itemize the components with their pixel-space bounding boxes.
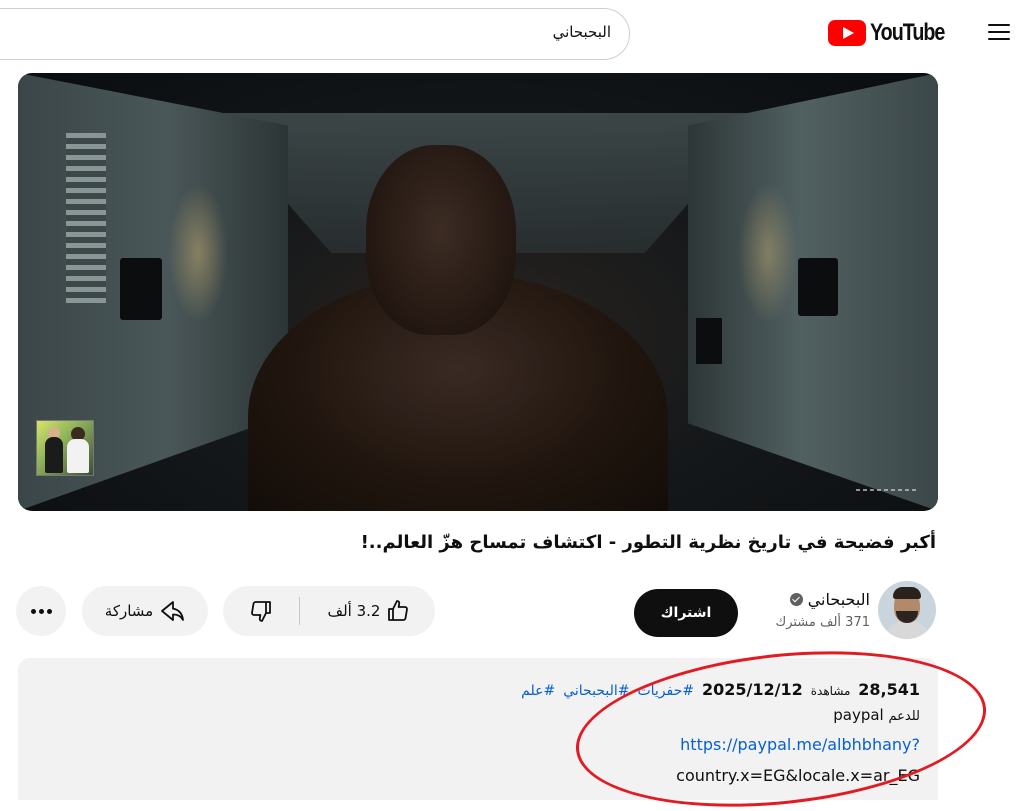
more-horizontal-icon <box>46 608 52 614</box>
verified-check-icon <box>789 593 803 606</box>
video-frame-lamp <box>738 183 798 323</box>
support-line: للدعم paypal <box>833 706 920 724</box>
hamburger-icon-bar <box>988 31 1010 33</box>
channel-watermark[interactable] <box>36 420 94 476</box>
video-progress-indicator <box>856 489 916 491</box>
like-button[interactable]: 3.2 ألف <box>303 586 435 636</box>
channel-name[interactable]: البحبحاني <box>808 590 870 609</box>
paypal-link-params: country.x=EG&locale.x=ar_EG <box>676 766 920 785</box>
share-label: مشاركة <box>104 602 154 620</box>
search-box[interactable] <box>0 8 630 60</box>
youtube-play-icon <box>828 20 866 46</box>
upload-date: 2025/12/12 <box>702 680 803 699</box>
avatar-shirt <box>884 621 930 639</box>
hamburger-icon-bar <box>988 38 1010 40</box>
paypal-link[interactable]: https://paypal.me/albhbhany? <box>680 735 920 754</box>
video-frame-figure-head <box>366 145 516 335</box>
share-button[interactable]: مشاركة <box>82 586 208 636</box>
more-horizontal-icon <box>38 608 44 614</box>
description-box[interactable]: 28,541 مشاهدة 2025/12/12 #حفريات #البحبح… <box>18 658 938 800</box>
video-title: أكبر فضيحة في تاريخ نظرية التطور - اكتشا… <box>360 532 936 553</box>
youtube-logo[interactable]: YouTube <box>828 19 961 46</box>
watermark-figure <box>45 437 63 473</box>
dislike-button[interactable] <box>223 586 299 636</box>
hashtag-link[interactable]: #البحبحاني <box>563 683 629 699</box>
description-meta-line: 28,541 مشاهدة 2025/12/12 #حفريات #البحبح… <box>521 680 920 699</box>
video-frame-lamp <box>168 183 228 323</box>
more-actions-button[interactable] <box>16 586 66 636</box>
video-frame-vent <box>66 133 106 303</box>
support-word: paypal <box>833 706 884 724</box>
subscriber-count: 371 ألف مشترك <box>775 615 871 630</box>
more-horizontal-icon <box>30 608 36 614</box>
video-frame-speaker <box>798 258 838 316</box>
channel-name-row: البحبحاني <box>789 590 870 609</box>
watermark-figure <box>67 439 89 473</box>
video-frame-speaker <box>120 258 162 320</box>
view-count: 28,541 <box>858 680 920 699</box>
avatar-hair <box>893 587 921 599</box>
thumbs-up-icon <box>388 600 409 621</box>
subscribe-button[interactable]: اشتراك <box>634 589 738 637</box>
like-divider <box>299 597 300 625</box>
hashtag-link[interactable]: #علم <box>521 683 555 699</box>
hamburger-icon-bar <box>988 24 1010 26</box>
search-input[interactable] <box>11 23 611 41</box>
menu-button[interactable] <box>986 20 1012 44</box>
view-count-group: 28,541 مشاهدة <box>811 680 920 699</box>
support-prefix: للدعم <box>888 709 921 724</box>
share-arrow-icon <box>161 601 185 621</box>
thumbs-down-icon <box>251 601 271 622</box>
view-count-label: مشاهدة <box>810 684 851 698</box>
video-player[interactable] <box>18 73 938 511</box>
video-frame-speaker <box>696 318 722 364</box>
channel-avatar[interactable] <box>878 581 936 639</box>
hashtag-link[interactable]: #حفريات <box>637 683 694 699</box>
like-dislike-group: 3.2 ألف <box>223 586 435 636</box>
logo-text: YouTube <box>870 19 945 46</box>
like-count: 3.2 ألف <box>327 602 381 620</box>
